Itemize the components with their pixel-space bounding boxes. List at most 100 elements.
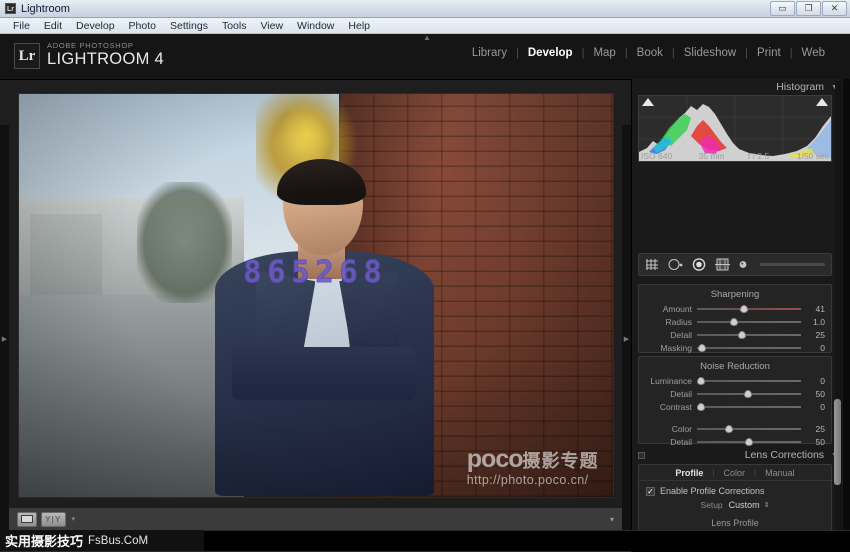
- slider-knob[interactable]: [745, 438, 753, 446]
- lens-corrections-switch[interactable]: [638, 452, 645, 459]
- shadow-clipping-indicator[interactable]: [642, 98, 654, 106]
- view-mode-caret-icon[interactable]: ▾: [72, 515, 76, 523]
- adjustment-brush-tool-icon[interactable]: [739, 259, 749, 270]
- slider-knob[interactable]: [730, 318, 738, 326]
- slider-radius[interactable]: Radius 1.0: [639, 315, 831, 328]
- tab-manual[interactable]: Manual: [756, 468, 804, 478]
- spot-removal-tool-icon[interactable]: [668, 258, 683, 271]
- highlight-clipping-indicator[interactable]: [816, 98, 828, 106]
- slider-detail[interactable]: Detail 25: [639, 328, 831, 341]
- menu-item-help[interactable]: Help: [341, 18, 377, 34]
- exif-shutter: 1/50 sec: [782, 151, 832, 161]
- top-panel-collapse-arrow[interactable]: ▲: [418, 34, 436, 42]
- slider-value[interactable]: 25: [801, 424, 825, 434]
- slider-value[interactable]: 50: [801, 389, 825, 399]
- close-button[interactable]: ✕: [822, 1, 847, 16]
- window-titlebar[interactable]: Lr Lightroom ▭ ❐ ✕: [0, 0, 850, 18]
- photo-preview[interactable]: 865268 poco摄影专题 http://photo.poco.cn/: [19, 94, 613, 497]
- right-panel-scrollbar-thumb[interactable]: [834, 399, 841, 485]
- menu-item-photo[interactable]: Photo: [122, 18, 163, 34]
- identity-plate[interactable]: Lr ADOBE PHOTOSHOP LIGHTROOM 4: [14, 38, 164, 69]
- slider-knob[interactable]: [697, 377, 705, 385]
- setup-label: Setup: [700, 500, 722, 510]
- slider-track[interactable]: [697, 380, 801, 382]
- slider-value[interactable]: 50: [801, 437, 825, 447]
- menu-item-view[interactable]: View: [253, 18, 290, 34]
- module-book[interactable]: Book: [628, 47, 672, 59]
- menu-item-tools[interactable]: Tools: [215, 18, 254, 34]
- module-slideshow[interactable]: Slideshow: [675, 47, 745, 59]
- setup-value[interactable]: Custom: [729, 500, 760, 510]
- right-panel-scrollbar[interactable]: [835, 81, 842, 549]
- compare-view-button[interactable]: Y|Y: [41, 512, 66, 527]
- lightroom-app: ▲ Lr ADOBE PHOTOSHOP LIGHTROOM 4 Library…: [0, 34, 850, 551]
- photo-vignette: [19, 94, 613, 497]
- crop-overlay-tool-icon[interactable]: [645, 258, 659, 271]
- setup-spinner-icon[interactable]: ⇕: [764, 502, 770, 509]
- exif-aperture: f / 2.5: [735, 151, 782, 161]
- toolbar-options-caret-icon[interactable]: ▾: [610, 515, 614, 524]
- watermark-cn-text: 实用摄影技巧: [5, 531, 83, 550]
- module-map[interactable]: Map: [584, 47, 624, 59]
- slider-value[interactable]: 0: [801, 402, 825, 412]
- photo-watermark: poco摄影专题 http://photo.poco.cn/: [467, 446, 599, 487]
- tab-profile[interactable]: Profile: [666, 468, 712, 478]
- menu-item-settings[interactable]: Settings: [163, 18, 215, 34]
- slider-value[interactable]: 0: [801, 343, 825, 353]
- slider-value[interactable]: 1.0: [801, 317, 825, 327]
- slider-knob[interactable]: [738, 331, 746, 339]
- menu-item-file[interactable]: File: [6, 18, 37, 34]
- slider-track[interactable]: [697, 347, 801, 349]
- slider-luminance[interactable]: Luminance 0: [639, 374, 831, 387]
- slider-knob[interactable]: [725, 425, 733, 433]
- enable-profile-corrections-checkbox[interactable]: ✓: [646, 487, 655, 496]
- tab-color[interactable]: Color: [714, 468, 754, 478]
- slider-knob[interactable]: [697, 403, 705, 411]
- menu-item-edit[interactable]: Edit: [37, 18, 69, 34]
- slider-knob[interactable]: [744, 390, 752, 398]
- slider-label: Amount: [645, 304, 697, 314]
- setup-row[interactable]: Setup Custom ⇕: [639, 499, 831, 514]
- slider-amount[interactable]: Amount 41: [639, 302, 831, 315]
- slider-track[interactable]: [697, 406, 801, 408]
- slider-color[interactable]: Color 25: [639, 422, 831, 435]
- slider-value[interactable]: 0: [801, 376, 825, 386]
- minimize-button[interactable]: ▭: [770, 1, 795, 16]
- slider-value[interactable]: 41: [801, 304, 825, 314]
- slider-track[interactable]: [697, 393, 801, 395]
- slider-masking[interactable]: Masking 0: [639, 341, 831, 354]
- maximize-button[interactable]: ❐: [796, 1, 821, 16]
- watermark-brand-cn: 摄影专题: [523, 451, 599, 471]
- brush-size-slider[interactable]: [760, 263, 825, 266]
- graduated-filter-tool-icon[interactable]: [715, 258, 730, 271]
- content-area: ▶ ▶ 865268: [0, 79, 631, 551]
- module-library[interactable]: Library: [463, 47, 516, 59]
- slider-track[interactable]: [697, 308, 801, 310]
- menu-item-develop[interactable]: Develop: [69, 18, 122, 34]
- slider-track[interactable]: [697, 321, 801, 323]
- watermark-url: http://photo.poco.cn/: [467, 473, 599, 487]
- module-web[interactable]: Web: [793, 47, 834, 59]
- histogram-header[interactable]: Histogram ▼: [632, 79, 843, 95]
- slider-track[interactable]: [697, 441, 801, 443]
- enable-profile-corrections-row[interactable]: ✓ Enable Profile Corrections: [639, 481, 831, 499]
- slider-track[interactable]: [697, 334, 801, 336]
- left-panel-collapse-arrow[interactable]: ▶: [0, 125, 9, 552]
- slider-knob[interactable]: [698, 344, 706, 352]
- red-eye-tool-icon[interactable]: [692, 258, 706, 271]
- exif-focal: 35 mm: [688, 151, 735, 161]
- slider-luminance-detail[interactable]: Detail 50: [639, 387, 831, 400]
- slider-luminance-contrast[interactable]: Contrast 0: [639, 400, 831, 413]
- exif-iso: ISO 640: [638, 151, 688, 161]
- loupe-view-icon[interactable]: [17, 512, 37, 527]
- right-panel-collapse-arrow[interactable]: ▶: [622, 125, 631, 552]
- lens-corrections-header[interactable]: Lens Corrections ▼: [632, 447, 843, 463]
- module-print[interactable]: Print: [748, 47, 790, 59]
- photo-stage[interactable]: 865268 poco摄影专题 http://photo.poco.cn/: [9, 80, 622, 507]
- slider-knob[interactable]: [740, 305, 748, 313]
- slider-value[interactable]: 25: [801, 330, 825, 340]
- slider-track[interactable]: [697, 428, 801, 430]
- slider-label: Masking: [645, 343, 697, 353]
- menu-item-window[interactable]: Window: [290, 18, 341, 34]
- module-develop[interactable]: Develop: [519, 47, 582, 59]
